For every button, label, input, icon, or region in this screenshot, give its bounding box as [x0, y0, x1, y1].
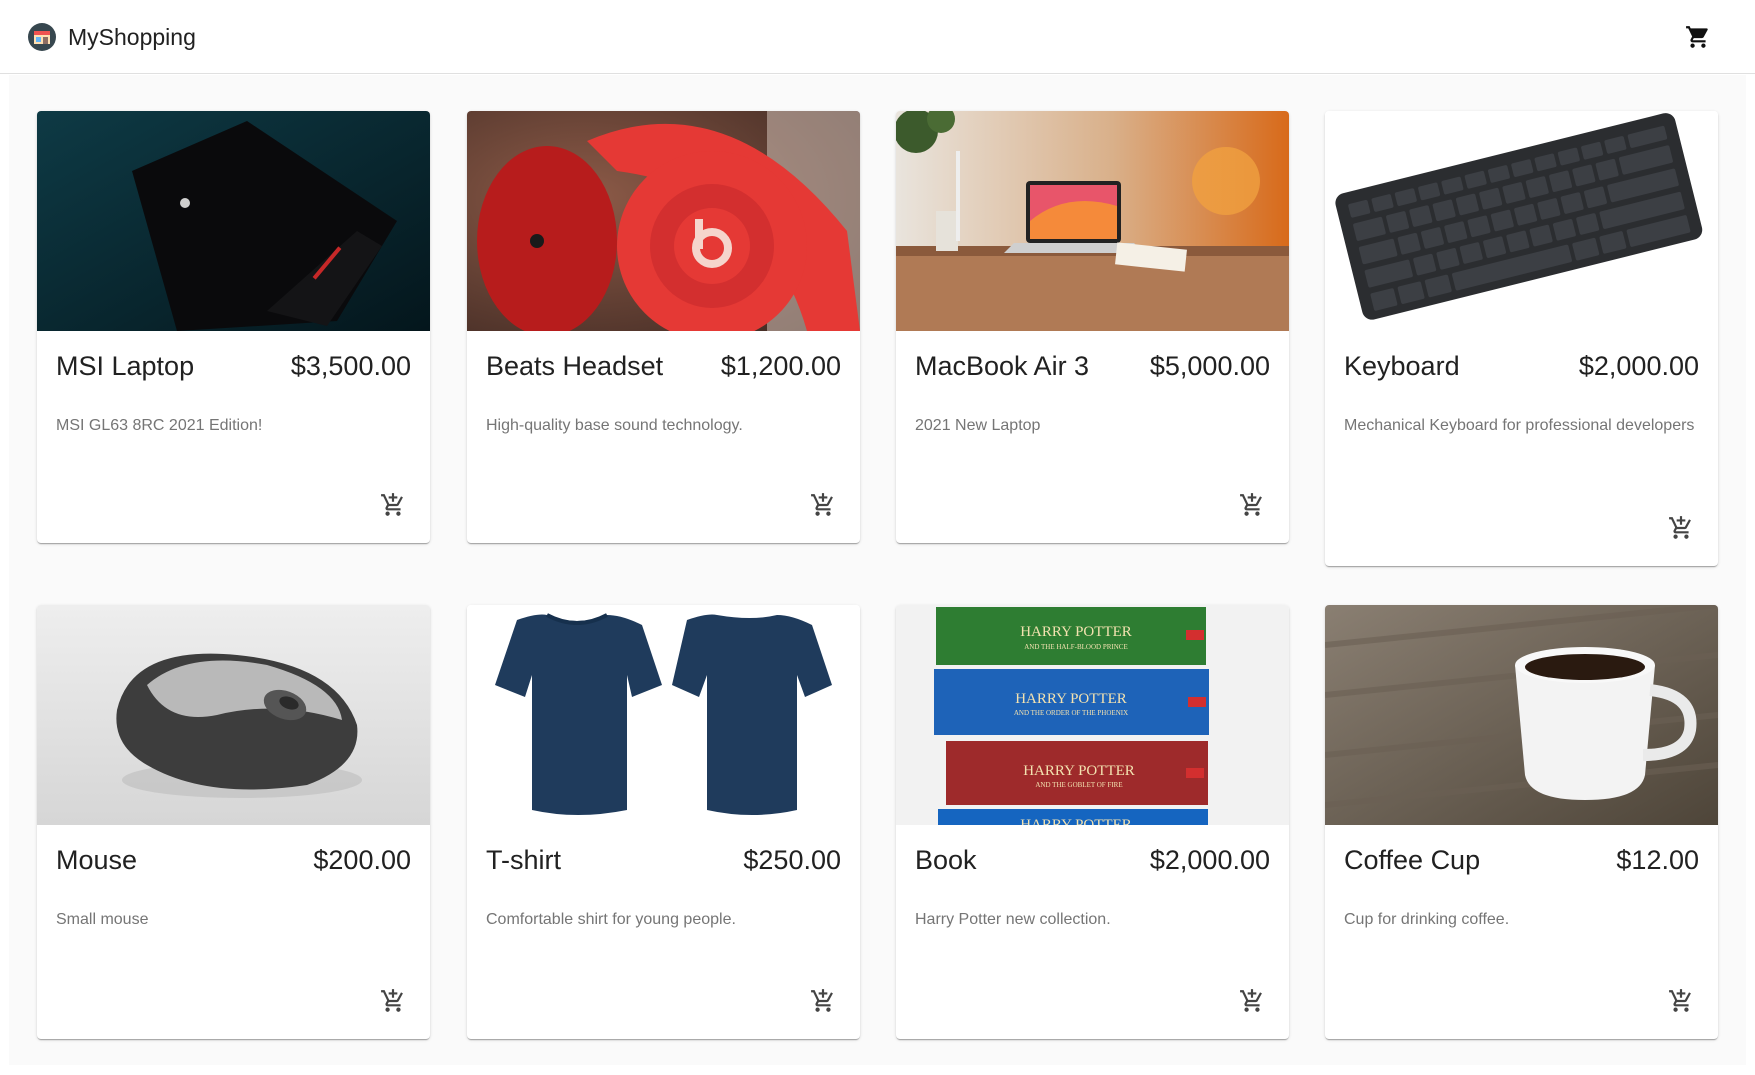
- coffee-cup-image: [1325, 605, 1718, 825]
- product-description: Comfortable shirt for young people.: [486, 911, 736, 928]
- keyboard-image: [1325, 111, 1718, 331]
- product-card[interactable]: T-shirt $250.00 Comfortable shirt for yo…: [467, 605, 860, 1039]
- product-price: $1,200.00: [720, 351, 841, 381]
- book-title-3: HARRY POTTER: [1023, 763, 1135, 779]
- shopping-cart-icon: [1686, 26, 1708, 48]
- add-to-cart-button[interactable]: [1661, 508, 1701, 548]
- product-description: Harry Potter new collection.: [915, 911, 1111, 928]
- book-subtitle-2: AND THE ORDER OF THE PHOENIX: [1014, 709, 1128, 717]
- product-card[interactable]: MacBook Air 3 $5,000.00 2021 New Laptop: [896, 111, 1289, 543]
- product-card[interactable]: HARRY POTTER AND THE HALF-BLOOD PRINCE H…: [896, 605, 1289, 1039]
- product-title: Coffee Cup: [1344, 845, 1481, 875]
- add-to-cart-icon: [1669, 516, 1691, 539]
- laptop-image: [37, 111, 430, 331]
- product-description: High-quality base sound technology.: [486, 417, 743, 434]
- add-to-cart-button[interactable]: [373, 981, 413, 1021]
- add-to-cart-button[interactable]: [1661, 981, 1701, 1021]
- book-subtitle-1: AND THE HALF-BLOOD PRINCE: [1024, 643, 1128, 651]
- cart-button[interactable]: [1674, 18, 1722, 56]
- add-to-cart-icon: [381, 989, 403, 1012]
- add-to-cart-icon: [811, 989, 833, 1012]
- book-title-4: HARRY POTTER: [1020, 817, 1132, 825]
- product-price: $2,000.00: [1149, 845, 1270, 875]
- product-card[interactable]: Beats Headset $1,200.00 High-quality bas…: [467, 111, 860, 543]
- product-description: 2021 New Laptop: [915, 417, 1041, 434]
- product-card[interactable]: Mouse $200.00 Small mouse: [37, 605, 430, 1039]
- add-to-cart-button[interactable]: [1232, 981, 1272, 1021]
- product-price: $12.00: [1616, 845, 1699, 875]
- store-logo-icon: [28, 23, 56, 51]
- book-title-1: HARRY POTTER: [1020, 624, 1132, 640]
- product-title: MacBook Air 3: [915, 351, 1090, 381]
- add-to-cart-button[interactable]: [803, 485, 843, 525]
- mouse-image: [37, 605, 430, 825]
- product-description: Cup for drinking coffee.: [1344, 911, 1510, 928]
- add-to-cart-icon: [811, 493, 833, 516]
- add-to-cart-button[interactable]: [803, 981, 843, 1021]
- add-to-cart-button[interactable]: [1232, 485, 1272, 525]
- product-price: $3,500.00: [290, 351, 411, 381]
- product-description: MSI GL63 8RC 2021 Edition!: [56, 417, 263, 434]
- headset-image: [467, 111, 860, 331]
- product-description: Mechanical Keyboard for professional dev…: [1344, 417, 1695, 434]
- product-price: $2,000.00: [1578, 351, 1699, 381]
- add-to-cart-icon: [1669, 989, 1691, 1012]
- product-title: Mouse: [56, 845, 138, 875]
- product-title: Book: [915, 845, 977, 875]
- add-to-cart-icon: [381, 493, 403, 516]
- product-card[interactable]: Coffee Cup $12.00 Cup for drinking coffe…: [1325, 605, 1718, 1039]
- add-to-cart-icon: [1240, 989, 1262, 1012]
- product-title: Beats Headset: [486, 351, 664, 381]
- add-to-cart-icon: [1240, 493, 1262, 516]
- book-image: HARRY POTTER AND THE HALF-BLOOD PRINCE H…: [896, 605, 1289, 825]
- product-title: MSI Laptop: [56, 351, 195, 381]
- macbook-image: [896, 111, 1289, 331]
- app-bar: MyShopping: [0, 0, 1755, 74]
- product-card[interactable]: Keyboard $2,000.00 Mechanical Keyboard f…: [1325, 111, 1718, 566]
- product-price: $200.00: [313, 845, 411, 875]
- tshirt-image: [467, 605, 860, 825]
- add-to-cart-button[interactable]: [373, 485, 413, 525]
- brand-title[interactable]: MyShopping: [68, 24, 196, 51]
- book-title-2: HARRY POTTER: [1015, 691, 1127, 707]
- product-price: $250.00: [743, 845, 841, 875]
- product-title: T-shirt: [486, 845, 562, 875]
- product-price: $5,000.00: [1149, 351, 1270, 381]
- book-subtitle-3: AND THE GOBLET OF FIRE: [1035, 781, 1122, 789]
- product-card[interactable]: MSI Laptop $3,500.00 MSI GL63 8RC 2021 E…: [37, 111, 430, 543]
- product-description: Small mouse: [56, 911, 149, 928]
- product-title: Keyboard: [1344, 351, 1460, 381]
